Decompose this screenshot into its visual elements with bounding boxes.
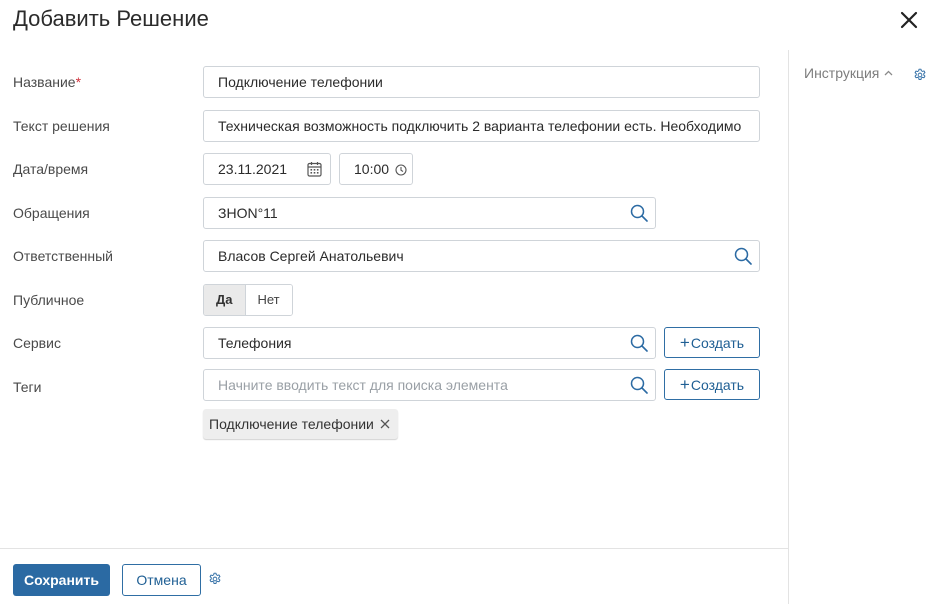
- responsible-label: Ответственный: [13, 248, 113, 264]
- search-icon[interactable]: [630, 334, 648, 352]
- instruction-sidebar: Инструкция: [788, 50, 930, 604]
- time-input[interactable]: 10:00: [339, 153, 413, 185]
- search-icon[interactable]: [630, 376, 648, 394]
- solution-text-label: Текст решения: [13, 118, 110, 134]
- calendar-icon[interactable]: [307, 161, 322, 177]
- required-mark: *: [75, 74, 82, 90]
- instruction-label: Инструкция: [804, 65, 880, 81]
- tags-create-button[interactable]: +Создать: [664, 369, 760, 400]
- service-create-button[interactable]: +Создать: [664, 327, 760, 358]
- cancel-button[interactable]: Отмена: [122, 564, 201, 596]
- name-label: Название*: [13, 74, 82, 90]
- plus-icon: +: [679, 333, 690, 352]
- public-label: Публичное: [13, 292, 85, 308]
- date-input[interactable]: 23.11.2021: [203, 153, 331, 185]
- instruction-toggle[interactable]: Инструкция: [804, 65, 893, 81]
- responsible-input[interactable]: Власов Сергей Анатольевич: [203, 240, 760, 272]
- search-icon[interactable]: [734, 247, 752, 265]
- gear-icon[interactable]: [913, 68, 927, 82]
- close-icon: [900, 11, 918, 29]
- clock-icon: [395, 164, 407, 176]
- service-input[interactable]: Телефония: [203, 327, 656, 359]
- public-yes-option[interactable]: Да: [204, 285, 245, 315]
- modal-footer: Сохранить Отмена: [0, 548, 789, 604]
- service-label: Сервис: [13, 335, 61, 351]
- solution-text-input[interactable]: Техническая возможность подключить 2 вар…: [203, 110, 760, 142]
- save-button[interactable]: Сохранить: [13, 564, 110, 596]
- public-toggle: Да Нет: [203, 284, 293, 316]
- remove-tag-icon[interactable]: [380, 419, 390, 429]
- requests-label: Обращения: [13, 205, 90, 221]
- public-no-option[interactable]: Нет: [244, 285, 292, 315]
- chevron-up-icon: [884, 70, 893, 76]
- modal-title: Добавить Решение: [13, 6, 209, 31]
- search-icon[interactable]: [630, 204, 648, 222]
- tag-chip: Подключение телефонии: [203, 409, 398, 439]
- plus-icon: +: [679, 375, 690, 394]
- requests-input[interactable]: ЗHON°11: [203, 197, 656, 229]
- tag-chip-label: Подключение телефонии: [209, 416, 374, 432]
- close-button[interactable]: [898, 9, 920, 31]
- tags-label: Теги: [13, 379, 42, 395]
- datetime-label: Дата/время: [13, 161, 89, 177]
- gear-icon[interactable]: [208, 572, 222, 586]
- tags-input[interactable]: Начните вводить текст для поиска элемент…: [203, 369, 656, 401]
- name-input[interactable]: Подключение телефонии: [203, 66, 760, 98]
